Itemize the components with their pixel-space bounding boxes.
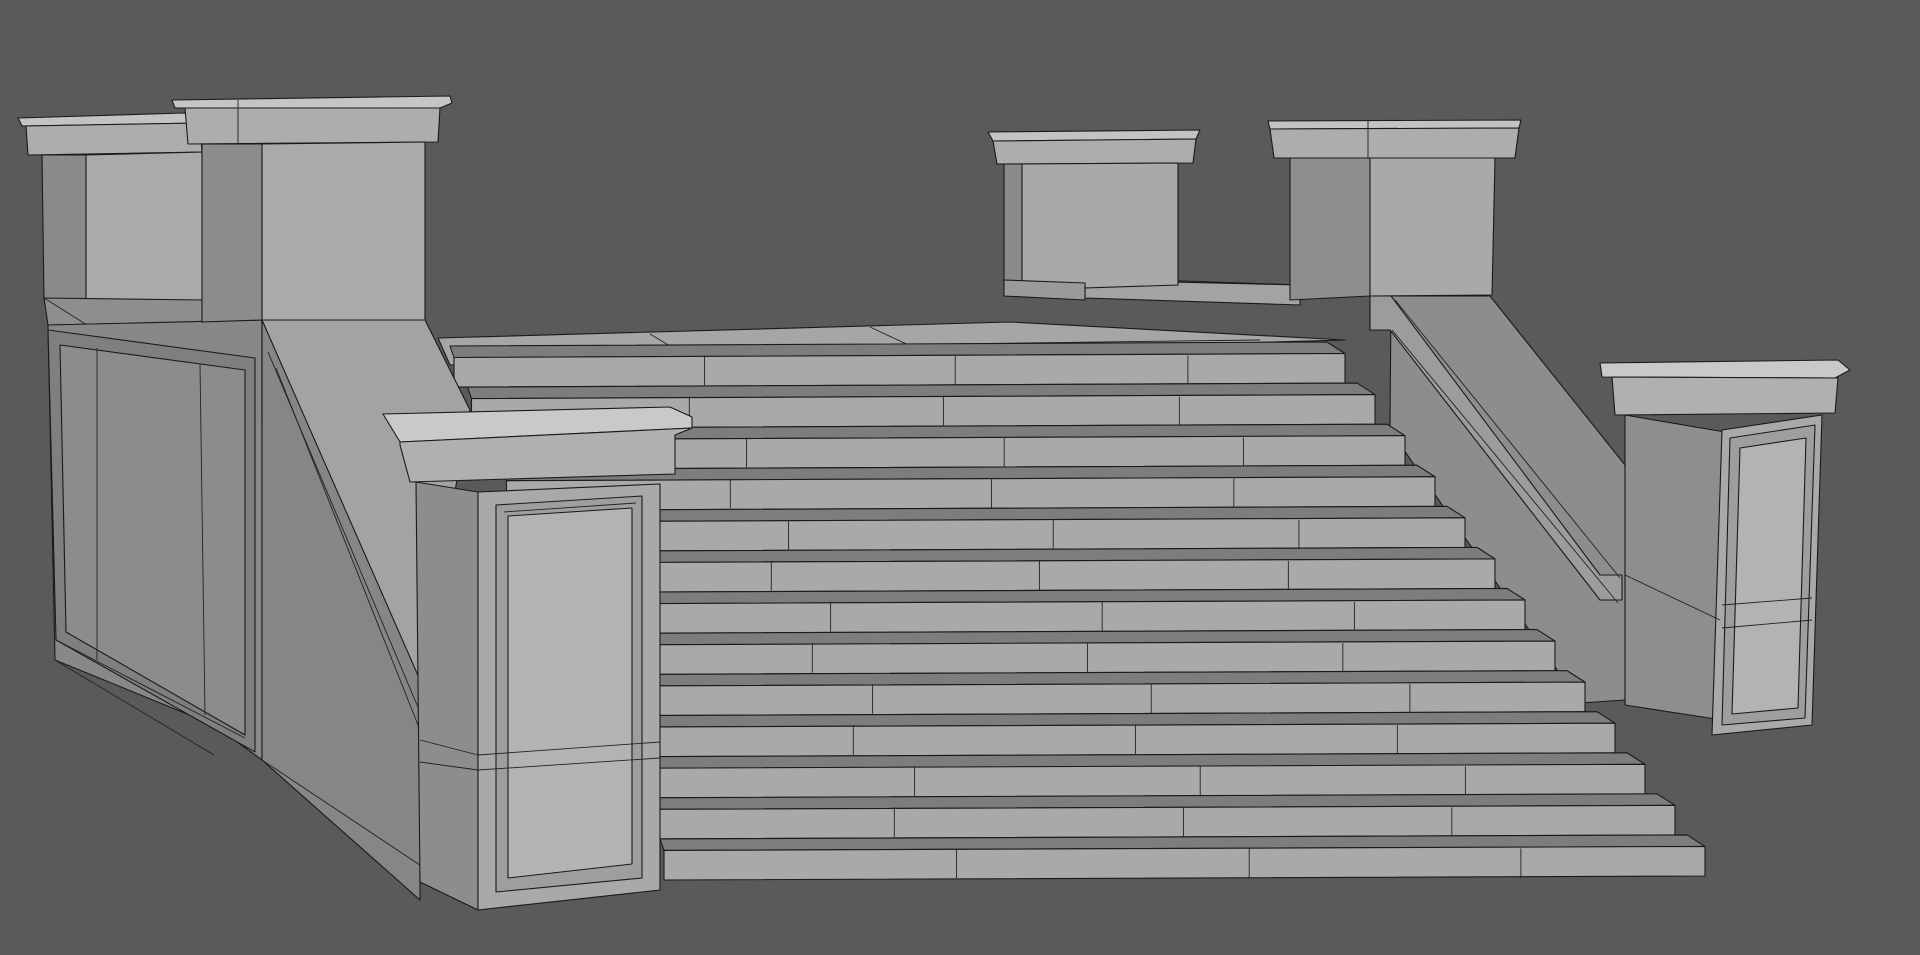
stair-riser: [610, 722, 1616, 758]
stair-riser: [558, 599, 1526, 635]
stair-riser: [540, 558, 1496, 594]
stair-riser: [645, 804, 1676, 840]
rear-pillar-left: [987, 129, 1201, 301]
stair-riser: [663, 845, 1706, 881]
front-pillar-right: [1599, 359, 1851, 736]
stair-riser: [593, 681, 1586, 717]
front-left-pillar-upper: [171, 95, 453, 323]
rear-pillar-right: [1267, 119, 1522, 301]
stair-riser: [523, 517, 1466, 552]
staircase-model: [17, 95, 1851, 911]
stair-riser: [453, 352, 1346, 388]
3d-viewport[interactable]: [0, 0, 1920, 955]
stair-riser: [575, 640, 1556, 676]
stair-riser: [628, 763, 1646, 799]
